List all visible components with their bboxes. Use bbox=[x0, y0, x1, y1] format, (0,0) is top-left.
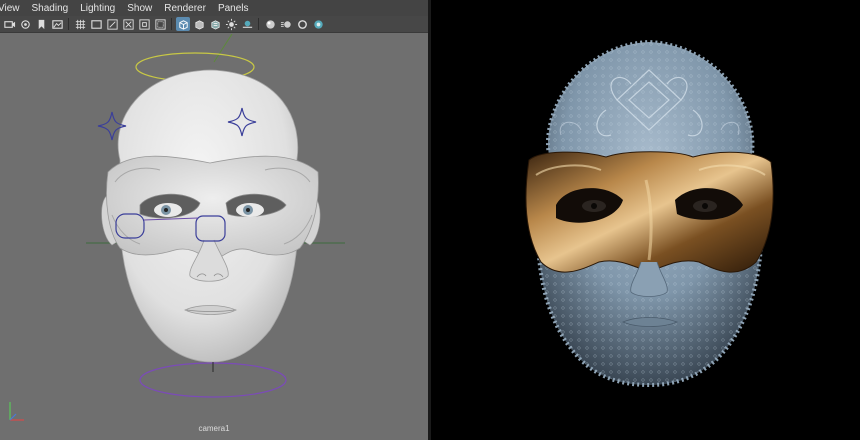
bookmark-icon[interactable] bbox=[34, 17, 48, 31]
select-camera-icon[interactable] bbox=[2, 17, 16, 31]
wireframe-icon[interactable] bbox=[176, 17, 190, 31]
menu-view[interactable]: View bbox=[0, 3, 26, 14]
lights-icon[interactable] bbox=[224, 17, 238, 31]
image-plane-icon[interactable] bbox=[50, 17, 64, 31]
modeling-viewport[interactable]: View Shading Lighting Show Renderer Pane… bbox=[0, 0, 428, 440]
toolbar-separator bbox=[258, 18, 259, 30]
resolution-gate-icon[interactable] bbox=[105, 17, 119, 31]
grid-icon[interactable] bbox=[73, 17, 87, 31]
ambient-occlusion-icon[interactable] bbox=[263, 17, 277, 31]
menu-show[interactable]: Show bbox=[121, 3, 158, 14]
shadows-icon[interactable] bbox=[240, 17, 254, 31]
camera-attributes-icon[interactable] bbox=[18, 17, 32, 31]
gate-mask-icon[interactable] bbox=[121, 17, 135, 31]
menu-renderer[interactable]: Renderer bbox=[158, 3, 212, 14]
depth-of-field-icon[interactable] bbox=[311, 17, 325, 31]
view-axis-gizmo bbox=[9, 402, 24, 421]
scene-canvas bbox=[86, 33, 345, 398]
menu-panels[interactable]: Panels bbox=[212, 3, 255, 14]
render-image bbox=[525, 39, 774, 388]
safe-action-icon[interactable] bbox=[153, 17, 167, 31]
film-gate-icon[interactable] bbox=[89, 17, 103, 31]
viewport-scene[interactable] bbox=[0, 33, 428, 440]
toolbar-separator bbox=[171, 18, 172, 30]
render-view bbox=[431, 0, 860, 440]
camera-name-label: camera1 bbox=[198, 424, 230, 433]
menu-lighting[interactable]: Lighting bbox=[74, 3, 121, 14]
motion-blur-icon[interactable] bbox=[279, 17, 293, 31]
antialiasing-icon[interactable] bbox=[295, 17, 309, 31]
toolbar-separator bbox=[68, 18, 69, 30]
panel-toolbar bbox=[0, 16, 428, 33]
grid-axis-z bbox=[213, 33, 233, 63]
textured-icon[interactable] bbox=[208, 17, 222, 31]
field-chart-icon[interactable] bbox=[137, 17, 151, 31]
smooth-shade-icon[interactable] bbox=[192, 17, 206, 31]
panel-menubar: View Shading Lighting Show Renderer Pane… bbox=[0, 0, 428, 16]
menu-shading[interactable]: Shading bbox=[26, 3, 75, 14]
